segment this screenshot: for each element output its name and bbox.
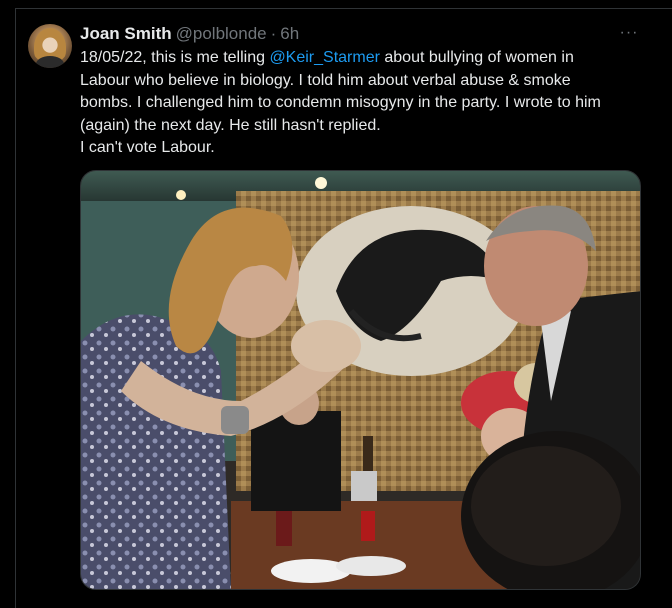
header-separator: ·: [270, 24, 277, 43]
tweet-text-line-5: I can't vote Labour.: [80, 139, 215, 156]
author-handle[interactable]: @polblonde: [176, 24, 267, 44]
tweet-text-line-2: Labour who believe in biology. I told hi…: [80, 71, 571, 89]
avatar-shirt: [36, 56, 64, 68]
author-avatar[interactable]: [28, 24, 72, 68]
tweet-header: Joan Smith @polblonde · 6h: [80, 22, 299, 46]
tweet-text-line-1: 18/05/22, this is me telling @Keir_Starm…: [80, 47, 640, 70]
tweet-text-line-4: (again) the next day. He still hasn't re…: [80, 116, 381, 134]
tweet-text-segment: about bullying of women in: [379, 49, 574, 66]
more-options-button[interactable]: ···: [618, 22, 640, 44]
tweet-photo[interactable]: [80, 170, 641, 590]
tweet-text: 18/05/22, this is me telling @Keir_Starm…: [80, 47, 640, 160]
tweet-text-line-3: bombs. I challenged him to condemn misog…: [80, 94, 601, 111]
photo-illustration: [81, 171, 640, 589]
tweet-text-segment: 18/05/22, this is me telling: [80, 49, 270, 66]
tweet-timestamp[interactable]: 6h: [280, 24, 299, 44]
mention-link[interactable]: @Keir_Starmer: [269, 49, 380, 66]
author-name[interactable]: Joan Smith: [80, 24, 172, 44]
ellipsis-icon: ···: [619, 24, 639, 41]
